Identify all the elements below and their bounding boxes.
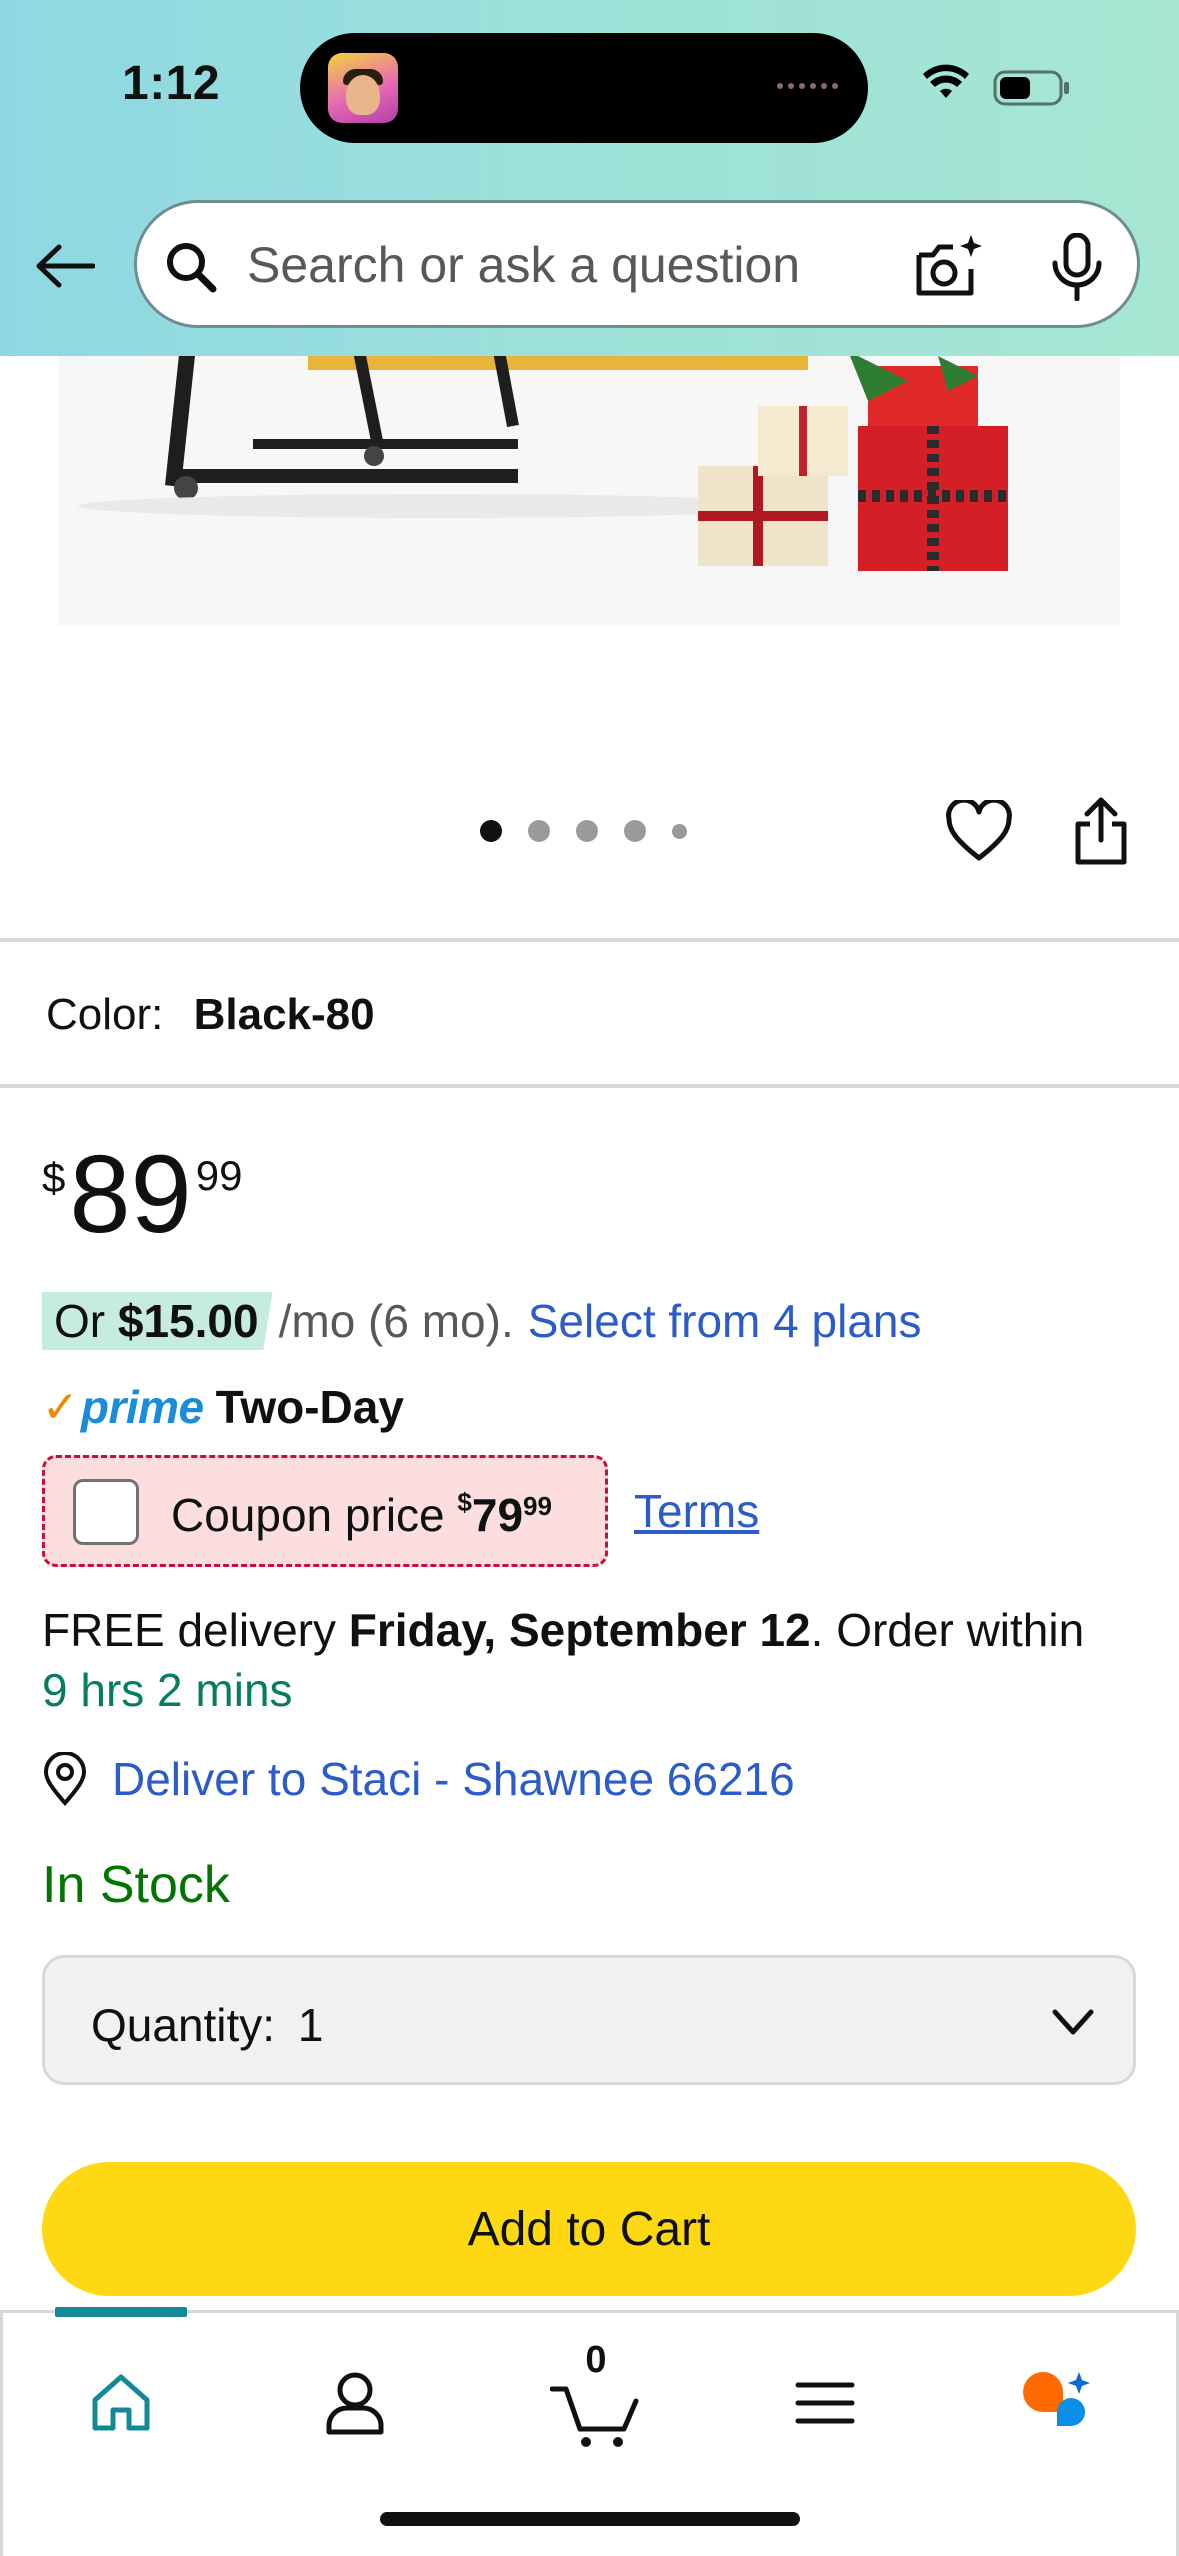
price-whole: 89 [69, 1133, 192, 1256]
carousel-dot[interactable] [528, 820, 550, 842]
carousel-dot[interactable] [624, 820, 646, 842]
quantity-label-text: Quantity: [91, 1999, 276, 2051]
nav-cart[interactable]: 0 [541, 2339, 651, 2453]
select-plans-link[interactable]: Select from 4 plans [528, 1294, 922, 1348]
color-label: Color: [46, 990, 164, 1039]
chevron-down-icon [1052, 2009, 1094, 2035]
deliver-to-link[interactable]: Deliver to Staci - Shawnee 66216 [42, 1752, 795, 1806]
search-input[interactable] [247, 231, 947, 299]
heart-icon[interactable] [946, 800, 1012, 862]
wifi-icon [923, 64, 969, 98]
coupon-price-fraction: 99 [523, 1491, 552, 1521]
carousel-indicator[interactable] [480, 820, 687, 842]
prime-check-icon: ✓ [42, 1382, 79, 1432]
deliver-to-address[interactable]: Deliver to Staci - Shawnee 66216 [112, 1752, 795, 1806]
menu-icon [795, 2382, 855, 2424]
coupon-terms-link[interactable]: Terms [634, 1484, 759, 1538]
quantity-label: Quantity: 1 [91, 1998, 323, 2052]
cart-icon [550, 2386, 639, 2447]
audio-waveform-icon [777, 83, 838, 89]
coupon-label: Coupon price [171, 1489, 445, 1541]
now-playing-artwork [328, 53, 398, 123]
color-selector[interactable]: Color: Black-80 [46, 990, 375, 1040]
nav-account[interactable] [305, 2353, 405, 2453]
carousel-dot[interactable] [480, 820, 502, 842]
prime-delivery-speed: Two-Day [215, 1381, 404, 1433]
coupon-text: Coupon price $7999 [171, 1486, 552, 1542]
quantity-value: 1 [297, 1999, 324, 2051]
share-icon[interactable] [1070, 796, 1132, 866]
account-icon [326, 2372, 384, 2435]
section-divider [0, 938, 1179, 942]
delivery-date: Friday, September 12 [348, 1604, 811, 1656]
home-icon [92, 2374, 150, 2431]
nav-rufus[interactable] [1007, 2353, 1107, 2453]
installment-amount: $15.00 [117, 1295, 259, 1347]
coupon-price-whole: 79 [471, 1489, 524, 1541]
cart-count: 0 [585, 2339, 607, 2381]
active-tab-indicator [55, 2307, 187, 2317]
order-countdown: 9 hrs 2 mins [42, 1664, 293, 1716]
delivery-middle: . Order within [810, 1604, 1085, 1656]
installment-offer: Or $15.00 /mo (6 mo). Select from 4 plan… [42, 1292, 922, 1350]
prime-logo: prime [80, 1381, 204, 1433]
stock-status: In Stock [42, 1856, 230, 1914]
delivery-info: FREE delivery Friday, September 12. Orde… [42, 1600, 1152, 1720]
installment-terms: /mo (6 mo). [278, 1295, 514, 1347]
price: $ 89 99 [42, 1140, 242, 1250]
battery-icon [993, 70, 1069, 106]
color-value: Black-80 [193, 990, 375, 1039]
carousel-dot[interactable] [576, 820, 598, 842]
prime-badge: ✓ prime Two-Day [42, 1380, 404, 1434]
home-indicator[interactable] [380, 2512, 800, 2526]
search-bar[interactable] [134, 200, 1140, 328]
location-pin-icon [43, 1752, 87, 1806]
delivery-prefix: FREE delivery [42, 1604, 349, 1656]
coupon-checkbox[interactable] [73, 1479, 139, 1545]
section-divider [0, 1084, 1179, 1088]
coupon-symbol: $ [457, 1486, 472, 1517]
carousel-dot[interactable] [672, 823, 687, 839]
nav-home[interactable] [71, 2353, 171, 2453]
add-to-cart-button[interactable]: Add to Cart [42, 2162, 1136, 2296]
search-icon [167, 243, 217, 293]
status-time: 1:12 [122, 57, 221, 110]
back-button[interactable] [32, 236, 98, 296]
header: 1:12 [0, 0, 1179, 356]
price-symbol: $ [42, 1154, 66, 1201]
coupon-box[interactable]: Coupon price $7999 [42, 1455, 608, 1567]
quantity-dropdown[interactable]: Quantity: 1 [42, 1955, 1136, 2085]
rufus-icon [1023, 2372, 1090, 2426]
installment-prefix: Or [54, 1295, 118, 1347]
price-fraction: 99 [195, 1152, 243, 1199]
back-arrow-icon [36, 244, 95, 288]
microphone-icon[interactable] [1047, 233, 1107, 301]
nav-menu[interactable] [775, 2353, 875, 2453]
product-photo [58, 356, 1120, 626]
product-image[interactable] [58, 356, 1120, 626]
dynamic-island[interactable] [300, 33, 868, 143]
camera-search-icon[interactable] [913, 233, 985, 301]
installment-pill: Or $15.00 [42, 1292, 273, 1350]
